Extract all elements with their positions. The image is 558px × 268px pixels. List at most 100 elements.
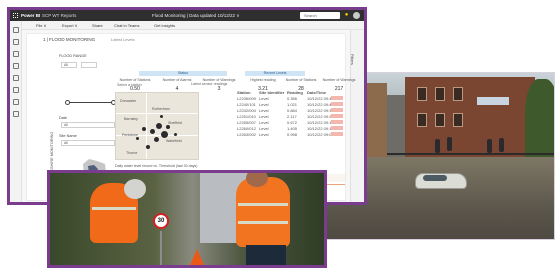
workspace-name[interactable]: SCP WT Reports	[42, 13, 76, 18]
table-cell: Level	[259, 132, 269, 137]
worker-trousers	[246, 245, 286, 265]
station-marker[interactable]	[161, 131, 168, 138]
slicer-dropdown[interactable]: All	[61, 62, 77, 68]
left-nav-rail	[10, 21, 22, 202]
report-title-menu[interactable]: Flood Monitoring | Data updated 10/12/22…	[152, 13, 240, 19]
table-header[interactable]: Date/Time	[307, 90, 326, 95]
table-header[interactable]: Station	[237, 90, 251, 95]
share-button[interactable]: Share	[92, 23, 103, 28]
table-cell: 10/12/22 09:15	[307, 126, 334, 131]
table-cell: L2236/009	[237, 96, 256, 101]
chat-in-teams-button[interactable]: Chat in Teams	[114, 23, 140, 28]
table-cell: Level	[259, 108, 269, 113]
table-header[interactable]: Site Identifier	[259, 90, 284, 95]
table-cell: 0.884	[287, 108, 298, 113]
map-select-label: Select a station	[117, 83, 142, 87]
station-marker[interactable]	[174, 133, 177, 136]
reflective-stripe	[238, 203, 288, 206]
table-cell: 0.672	[287, 120, 298, 125]
table-cell: 1.405	[287, 126, 298, 131]
slicer-label: FLOOD RANGE	[59, 54, 87, 58]
reflective-stripe	[238, 221, 288, 224]
date-slicer[interactable]: All	[61, 122, 115, 128]
data-hub-icon[interactable]	[13, 63, 19, 69]
map-place-label: Sheffield	[168, 121, 182, 125]
search-input[interactable]: Search	[300, 12, 340, 19]
alert-cell	[331, 120, 343, 124]
building-window	[417, 113, 427, 127]
kpi-value: 3	[217, 86, 221, 92]
alert-cell	[331, 102, 343, 106]
table-cell: 10/12/22 09:30	[307, 108, 334, 113]
kpi-group-header: Recent Levels	[245, 71, 305, 76]
table-header[interactable]: Reading	[287, 90, 303, 95]
create-icon[interactable]	[13, 39, 19, 45]
railing	[387, 153, 554, 155]
alert-cell	[331, 126, 343, 130]
table-cell: Level	[259, 102, 269, 107]
speed-limit-sign: 30	[153, 213, 169, 229]
file-menu[interactable]: File ∨	[36, 23, 46, 28]
slicer-label: Date	[59, 116, 68, 120]
building-window	[453, 113, 463, 127]
table-cell: Level	[259, 114, 269, 119]
metrics-icon[interactable]	[13, 75, 19, 81]
page-title: 1 | FLOOD MONITORING	[43, 37, 96, 42]
table-cell: 10/12/22 09:15	[307, 120, 334, 125]
table-title: Latest sensor readings	[191, 82, 228, 86]
table-cell: L2251/010	[237, 114, 256, 119]
kpi-label: Number of Stations	[119, 78, 151, 82]
map-place-label: Barnsley	[124, 117, 138, 121]
filters-pane-label: Filters	[350, 54, 355, 65]
station-marker[interactable]	[166, 125, 170, 129]
range-slider-track[interactable]	[67, 102, 115, 103]
station-marker[interactable]	[156, 123, 162, 129]
app-launcher-icon[interactable]	[13, 13, 18, 18]
station-marker[interactable]	[160, 115, 163, 118]
browse-icon[interactable]	[13, 51, 19, 57]
station-marker[interactable]	[154, 137, 159, 142]
get-insights-button[interactable]: Get insights	[154, 23, 175, 28]
report-toolbar: File ∨ Export ∨ Share Chat in Teams Get …	[22, 21, 364, 30]
kpi-label: Number of Warnings	[322, 78, 356, 82]
page-subtitle: Latest Levels	[111, 37, 135, 42]
avatar[interactable]	[353, 12, 360, 19]
worker-hi-vis	[236, 177, 290, 247]
station-marker[interactable]	[150, 129, 155, 134]
worker-helmet	[124, 179, 146, 199]
map-place-label: Doncaster	[120, 99, 137, 103]
station-marker[interactable]	[146, 145, 150, 149]
bystander	[487, 139, 492, 153]
bystander	[447, 137, 452, 151]
app-name: Power BI	[21, 13, 41, 18]
filters-pane[interactable]: Filters	[350, 30, 364, 202]
home-icon[interactable]	[13, 27, 19, 33]
traffic-cone	[190, 249, 204, 265]
table-cell: 10/12/22 09:45	[307, 102, 334, 107]
station-marker[interactable]	[136, 137, 139, 140]
table-cell: Level	[259, 120, 269, 125]
building-window	[417, 87, 427, 101]
station-marker[interactable]	[142, 127, 146, 131]
table-cell: 10/12/22 09:00	[307, 132, 334, 137]
roadworks-photo: 30	[47, 170, 327, 268]
table-cell: L2242/004	[237, 108, 256, 113]
apps-icon[interactable]	[13, 87, 19, 93]
range-slider-handle[interactable]	[65, 100, 70, 105]
learn-icon[interactable]	[13, 99, 19, 105]
table-cell: L2260/012	[237, 126, 256, 131]
slicer-dropdown[interactable]	[81, 62, 97, 68]
collage-canvas: Power BI SCP WT Reports Flood Monitoring…	[0, 0, 558, 268]
alert-cell	[331, 114, 343, 118]
table-cell: 10/12/22 09:45	[307, 96, 334, 101]
map-road	[116, 113, 198, 114]
station-map[interactable]: Doncaster Rotherham Barnsley Sheffield P…	[115, 92, 199, 160]
table-cell: 0.356	[287, 96, 298, 101]
alert-cell	[331, 96, 343, 100]
map-road	[146, 93, 147, 159]
workspaces-icon[interactable]	[13, 111, 19, 117]
map-place-label: Wakefield	[166, 139, 182, 143]
export-menu[interactable]: Export ∨	[62, 23, 78, 28]
site-slicer[interactable]: All	[61, 140, 115, 146]
notification-icon[interactable]: ●	[343, 12, 350, 19]
